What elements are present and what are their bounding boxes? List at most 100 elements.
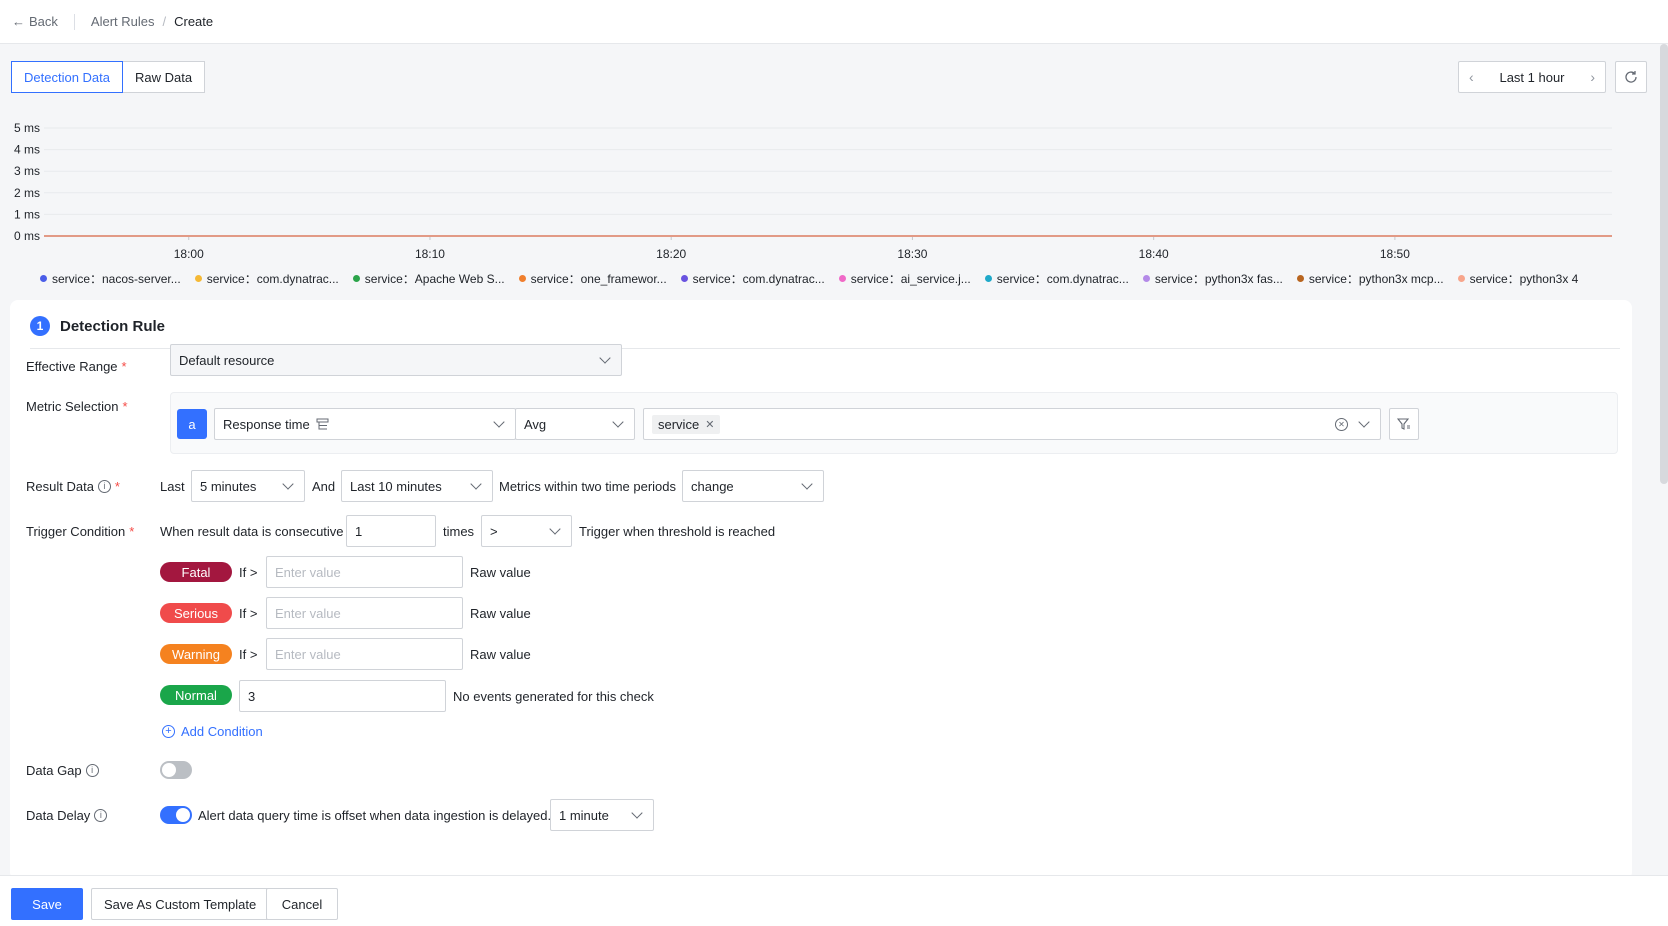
info-icon[interactable]: i xyxy=(85,763,99,777)
trigger-condition-label: Trigger Condition * xyxy=(26,523,135,539)
comparison-mode-select[interactable]: change xyxy=(682,470,824,502)
plus-circle-icon: + xyxy=(162,725,175,738)
x-tick-label: 18:00 xyxy=(174,247,204,261)
refresh-icon xyxy=(1625,71,1637,83)
legend-label: service：Apache Web S... xyxy=(364,272,505,286)
consecutive-count-input[interactable] xyxy=(346,515,436,547)
y-tick-label: 4 ms xyxy=(14,143,40,157)
legend-label: service：python3x mcp... xyxy=(1308,272,1444,286)
time-range-picker[interactable]: ‹ Last 1 hour › xyxy=(1458,61,1606,93)
legend-label: service：one_framewor... xyxy=(530,272,667,286)
filter-button[interactable] xyxy=(1389,408,1419,440)
y-tick-label: 5 ms xyxy=(14,121,40,135)
legend-item[interactable]: service：python3x 4 xyxy=(1457,270,1579,287)
metric-tree-icon xyxy=(316,418,329,429)
required-mark: * xyxy=(129,523,135,539)
legend-dot xyxy=(984,275,992,282)
aggregation-select[interactable]: Avg xyxy=(515,408,635,440)
effective-range-select[interactable]: Default resource xyxy=(170,344,622,376)
y-tick-label: 3 ms xyxy=(14,164,40,178)
legend-label: service：python3x fas... xyxy=(1154,272,1283,286)
tab-detection-data[interactable]: Detection Data xyxy=(11,61,123,93)
add-condition-button[interactable]: + Add Condition xyxy=(162,724,263,739)
detection-rule-card: 1 Detection Rule Effective Range * Defaul… xyxy=(10,300,1632,880)
raw-value-text: Raw value xyxy=(470,564,531,580)
chevron-down-icon xyxy=(1358,416,1370,428)
warning-threshold-input[interactable] xyxy=(266,638,463,670)
legend-item[interactable]: service：ai_service.j... xyxy=(838,270,971,287)
chevron-left-icon[interactable]: ‹ xyxy=(1469,69,1474,85)
trigger-prefix-text: When result data is consecutive xyxy=(160,523,344,539)
operator-select[interactable]: > xyxy=(481,515,572,547)
period1-select[interactable]: 5 minutes xyxy=(191,470,305,502)
normal-value-input[interactable] xyxy=(239,680,446,712)
data-gap-label: Data Gap i xyxy=(26,760,99,780)
legend-item[interactable]: service：python3x fas... xyxy=(1142,270,1283,287)
required-mark: * xyxy=(122,398,128,414)
y-tick-label: 1 ms xyxy=(14,207,40,221)
footer-bar: Save Save As Custom Template Cancel xyxy=(0,875,1668,926)
response-time-chart: 5 ms 4 ms 3 ms 2 ms 1 ms 0 ms 18:00 18:10 18:20 1… xyxy=(14,121,1612,261)
period2-select[interactable]: Last 10 minutes xyxy=(341,470,493,502)
info-icon[interactable]: i xyxy=(97,479,111,493)
info-icon[interactable]: i xyxy=(94,808,108,822)
chevron-down-icon xyxy=(599,352,611,364)
scrollbar[interactable] xyxy=(1660,44,1668,484)
x-tick-label: 18:30 xyxy=(897,247,927,261)
x-tick-label: 18:10 xyxy=(415,247,445,261)
y-tick-label: 0 ms xyxy=(14,229,40,243)
data-delay-select[interactable]: 1 minute xyxy=(550,799,654,831)
legend-item[interactable]: service：Apache Web S... xyxy=(352,270,505,287)
level-badge-normal: Normal xyxy=(160,685,232,705)
last-text: Last xyxy=(160,478,185,494)
fatal-threshold-input[interactable] xyxy=(266,556,463,588)
metric-selection-label: Metric Selection * xyxy=(26,398,128,414)
breadcrumb-current: Create xyxy=(174,14,214,29)
save-template-button[interactable]: Save As Custom Template xyxy=(91,888,270,920)
x-tick-label: 18:20 xyxy=(656,247,686,261)
legend-item[interactable]: service：com.dynatrac... xyxy=(194,270,339,287)
clear-icon[interactable]: ✕ xyxy=(1335,417,1348,431)
y-tick-label: 2 ms xyxy=(14,186,40,200)
chevron-right-icon[interactable]: › xyxy=(1590,69,1595,85)
save-button[interactable]: Save xyxy=(11,888,83,920)
data-delay-toggle[interactable] xyxy=(160,806,192,824)
if-greater-text: If > xyxy=(239,605,258,621)
legend-dot xyxy=(352,275,360,282)
legend-dot xyxy=(680,275,688,282)
trigger-suffix-text: Trigger when threshold is reached xyxy=(579,523,776,539)
raw-value-text: Raw value xyxy=(470,646,531,662)
legend-item[interactable]: service：python3x mcp... xyxy=(1296,270,1444,287)
breadcrumb-alert-rules[interactable]: Alert Rules xyxy=(91,14,155,29)
legend-dot xyxy=(838,275,846,282)
x-tick-label: 18:50 xyxy=(1380,247,1410,261)
required-mark: * xyxy=(121,358,127,374)
legend-item[interactable]: service：com.dynatrac... xyxy=(680,270,825,287)
and-text: And xyxy=(312,478,336,494)
chevron-down-icon xyxy=(493,416,505,428)
legend-item[interactable]: service：com.dynatrac... xyxy=(984,270,1129,287)
refresh-button[interactable] xyxy=(1615,61,1647,93)
time-range-label: Last 1 hour xyxy=(1499,69,1565,85)
data-gap-toggle[interactable] xyxy=(160,761,192,779)
data-delay-label: Data Delay i xyxy=(26,805,108,825)
metric-select[interactable]: Response time xyxy=(214,408,516,440)
data-tabs: Detection Data Raw Data xyxy=(11,61,206,93)
legend-label: service：com.dynatrac... xyxy=(692,272,825,286)
metrics-periods-text: Metrics within two time periods xyxy=(499,478,676,494)
legend-item[interactable]: service：one_framewor... xyxy=(518,270,667,287)
filter-icon xyxy=(1397,418,1410,430)
tab-raw-data[interactable]: Raw Data xyxy=(123,61,206,93)
serious-threshold-input[interactable] xyxy=(266,597,463,629)
close-icon[interactable]: ✕ xyxy=(705,418,714,431)
legend-label: service：python3x 4 xyxy=(1469,272,1579,286)
back-button[interactable]: ← Back xyxy=(12,14,58,29)
legend-item[interactable]: service：nacos-server... xyxy=(40,270,181,287)
chevron-down-icon xyxy=(549,523,561,535)
chevron-down-icon xyxy=(282,478,294,490)
group-by-select[interactable]: service ✕ ✕ xyxy=(643,408,1381,440)
cancel-button[interactable]: Cancel xyxy=(266,888,338,920)
arrow-left-icon: ← xyxy=(12,14,25,29)
breadcrumb-separator: / xyxy=(162,14,167,29)
step-number: 1 xyxy=(30,316,50,336)
